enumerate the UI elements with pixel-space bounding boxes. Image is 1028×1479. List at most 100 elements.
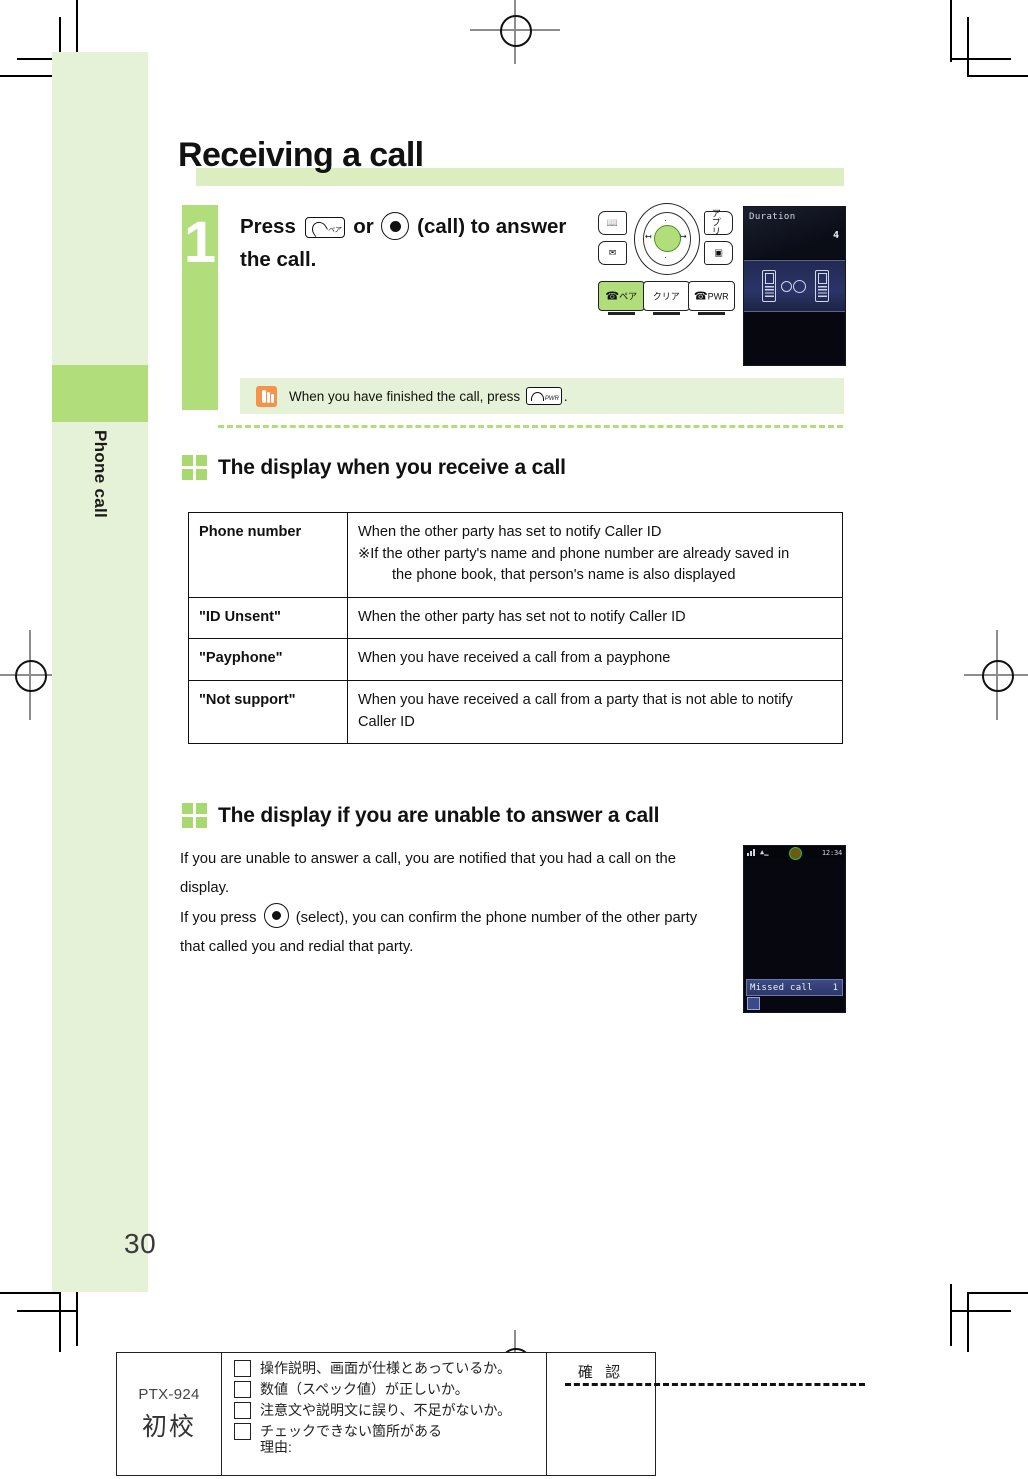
send-key-label: ペア [619,291,638,302]
crop-mark-bl-v [76,1284,78,1346]
sidebar-tab-label-text: Phone call [91,430,110,519]
table-cell-description: When the other party has set to notify C… [347,512,843,598]
proof-item-text: チェックできない箇所がある [260,1423,442,1439]
select-dot-icon [381,212,410,240]
antenna-icon: ▲▁ [760,848,769,856]
paragraph-line-2-before: If you press [180,909,257,926]
handset-left-icon [762,270,776,302]
power-key-label: PWR [707,291,729,302]
table-desc-line-1: When the other party has set to notify C… [358,524,662,540]
phone-screen-duration: Duration 4 [743,206,846,366]
step-text-or: or [353,215,374,238]
note-text-after: . [563,389,568,404]
table-cell-description: When you have received a call from a pay… [347,638,843,681]
note-text-before: When you have finished the call, press [289,389,521,404]
list-item[interactable]: 操作説明、画面が仕様とあっているか。 [234,1360,546,1377]
step-number: 1 [183,210,217,275]
arrow-left-icon: ↤ [645,232,652,241]
crop-mark-br-h2 [951,1310,1011,1312]
arrow-right-icon: ↦ [680,232,687,241]
proof-code: PTX-924 [138,1385,200,1403]
proof-dashed-line [565,1383,865,1386]
arrow-down-icon: · [664,253,667,262]
table-cell-label: Phone number [188,512,348,598]
crop-mark-tl-h [0,75,60,77]
clear-key: クリア [643,281,690,315]
arrow-up-icon: · [664,216,667,225]
missed-call-count: 1 [832,982,838,993]
crop-mark-bl-h2 [17,1310,77,1312]
crop-mark-br-v2 [967,1292,969,1352]
duration-screen-middle [744,260,845,312]
table-desc-line-3: the phone book, that person's name is al… [392,567,736,584]
registration-mark-right [964,630,1028,720]
missed-call-banner: Missed call 1 [746,979,843,996]
list-item[interactable]: 注意文や説明文に誤り、不足がないか。 [234,1402,546,1419]
section-heading-receive: The display when you receive a call [182,455,566,480]
send-key: ☎ペア [598,281,645,315]
ring-small-icon [781,281,792,292]
section-heading-text: The display when you receive a call [218,455,566,479]
checkbox-icon[interactable] [234,1402,251,1419]
crop-mark-tr-h [968,75,1028,77]
proof-checklist: PTX-924 初校 操作説明、画面が仕様とあっているか。 数値（スペック値）が… [116,1352,656,1476]
crop-mark-bl-v2 [59,1292,61,1352]
camera-icon: ▣ [704,241,733,265]
crop-mark-tr-v2 [967,17,969,77]
list-item[interactable]: チェックできない箇所がある 理由: [234,1423,546,1455]
proof-item-text: 注意文や説明文に誤り、不足がないか。 [260,1402,512,1418]
signal-icon [747,849,755,856]
proof-confirm-label: 確 認 [546,1353,655,1475]
keypad-bottom-row: ☎ペア クリア ☎PWR [598,281,735,315]
note-bar: When you have finished the call, press P… [240,378,844,414]
proof-stamp: PTX-924 初校 [117,1353,222,1475]
duration-label: Duration [749,212,796,222]
list-item[interactable]: 数値（スペック値）が正しいか。 [234,1381,546,1398]
checkbox-icon[interactable] [234,1360,251,1377]
table-cell-description: When the other party has set not to noti… [347,596,843,640]
checkbox-icon[interactable] [234,1423,251,1440]
crop-mark-br-v [950,1284,952,1346]
table-row: "Not support" When you have received a c… [188,679,843,745]
crop-mark-br-h [968,1292,1028,1294]
table-row: "Payphone" When you have received a call… [188,638,843,681]
page-number: 30 [124,1228,157,1259]
paragraph-line-2-after: (select), you can confirm the phone numb… [180,909,698,955]
select-dot-icon [263,902,289,928]
duration-value: 4 [832,230,839,241]
page-title: Receiving a call [178,136,424,174]
book-icon: 📖 [598,211,627,235]
section-marker-icon [182,803,207,828]
app-key-label: アプリ [711,208,721,237]
center-select-key [654,225,681,252]
handset-icon: ペア [304,217,345,238]
table-desc-line-2: ※If the other party's name and phone num… [358,545,790,562]
keypad-illustration: 📖 ✉ アプリ ▣ · · ↤ ↦ ☎ペア クリア ☎PWR [598,203,735,318]
note-text: When you have finished the call, press P… [289,387,568,405]
app-key: アプリ [704,208,733,237]
unable-to-answer-paragraph: If you are unable to answer a call, you … [180,845,725,961]
status-bar: ▲▁ 12:34 [744,846,845,860]
handset-right-icon [815,270,829,302]
proof-item-text: 操作説明、画面が仕様とあっているか。 [260,1360,512,1376]
softkey-icon [747,997,760,1010]
handset-down-icon: PWR [525,387,562,405]
crop-mark-tr-h2 [951,58,1011,60]
caller-id-display-table: Phone number When the other party has se… [188,512,843,745]
table-cell-label: "ID Unsent" [188,596,348,640]
send-key-kana-label: ペア [327,226,342,234]
sidebar-tab-active-marker [52,365,148,422]
registration-mark-top [470,0,560,64]
step-instruction: Press ペア or (call) to answer the call. [240,210,585,276]
section-divider [218,425,843,428]
step-text-press: Press [240,215,296,238]
table-row: Phone number When the other party has se… [188,512,843,598]
checkbox-icon[interactable] [234,1381,251,1398]
crop-mark-tr-v [950,0,952,62]
section-heading-text: The display if you are unable to answer … [218,803,660,827]
phone-screen-missed-call: ▲▁ 12:34 Missed call 1 [743,845,846,1013]
proof-item-list: 操作説明、画面が仕様とあっているか。 数値（スペック値）が正しいか。 注意文や説… [222,1353,546,1475]
table-cell-label: "Payphone" [188,638,348,681]
status-badge-icon [789,847,802,860]
crop-mark-bl-h [0,1292,60,1294]
